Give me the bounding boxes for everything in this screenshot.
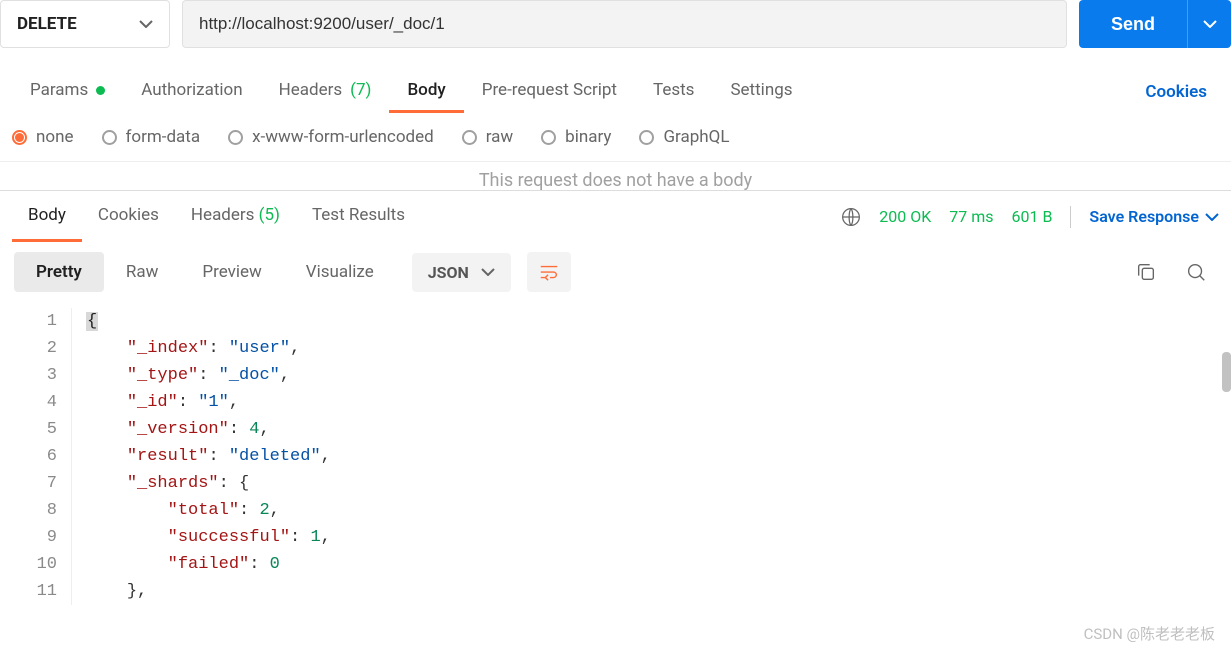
tab-params[interactable]: Params — [12, 70, 123, 113]
globe-icon[interactable] — [841, 207, 861, 227]
scrollbar-thumb[interactable] — [1222, 352, 1231, 392]
chevron-down-icon — [481, 268, 495, 276]
resp-tab-headers[interactable]: Headers (5) — [175, 191, 296, 242]
body-type-radios: none form-data x-www-form-urlencoded raw… — [0, 113, 1231, 162]
send-dropdown-button[interactable] — [1187, 0, 1231, 48]
response-time: 77 ms — [949, 207, 993, 226]
line-gutter: 1234567891011 — [0, 308, 72, 605]
tab-prerequest[interactable]: Pre-request Script — [464, 70, 635, 113]
chevron-down-icon — [1203, 20, 1217, 28]
tab-body[interactable]: Body — [389, 70, 463, 113]
radio-raw-label: raw — [486, 127, 513, 147]
tab-headers-count: (7) — [350, 80, 371, 100]
save-response-label: Save Response — [1089, 207, 1199, 226]
response-header: Body Cookies Headers (5) Test Results 20… — [0, 190, 1231, 242]
chevron-down-icon — [1205, 213, 1219, 221]
request-bar: DELETE Send — [0, 0, 1231, 62]
wrap-lines-button[interactable] — [527, 252, 571, 292]
no-body-message: This request does not have a body — [0, 162, 1231, 190]
tab-tests[interactable]: Tests — [635, 70, 712, 113]
radio-form-data[interactable]: form-data — [102, 127, 201, 147]
radio-icon — [639, 130, 654, 145]
response-status: 200 OK — [879, 207, 931, 226]
radio-none[interactable]: none — [12, 127, 74, 147]
divider — [1070, 206, 1071, 228]
resp-tab-headers-label: Headers — [191, 205, 255, 225]
radio-raw[interactable]: raw — [462, 127, 513, 147]
radio-binary[interactable]: binary — [541, 127, 611, 147]
tab-settings[interactable]: Settings — [712, 70, 810, 113]
radio-none-label: none — [36, 127, 74, 147]
chevron-down-icon — [139, 20, 153, 28]
response-format-value: JSON — [428, 263, 469, 282]
response-tabs: Body Cookies Headers (5) Test Results — [12, 191, 421, 242]
wrap-icon — [538, 261, 560, 283]
resp-tab-body[interactable]: Body — [12, 191, 82, 242]
toolbar-right — [1135, 261, 1217, 283]
request-tabs: Params Authorization Headers (7) Body Pr… — [0, 62, 1231, 113]
cookies-link[interactable]: Cookies — [1133, 72, 1219, 112]
response-view-toolbar: Pretty Raw Preview Visualize JSON — [0, 242, 1231, 302]
response-format-select[interactable]: JSON — [412, 253, 511, 292]
send-button[interactable]: Send — [1079, 0, 1187, 48]
watermark: CSDN @陈老老老板 — [1084, 623, 1215, 644]
resp-tab-cookies[interactable]: Cookies — [82, 191, 175, 242]
view-tabs: Pretty Raw Preview Visualize — [14, 252, 396, 292]
tab-params-label: Params — [30, 80, 88, 100]
tab-headers[interactable]: Headers (7) — [261, 70, 390, 113]
radio-icon — [12, 130, 27, 145]
response-meta: 200 OK 77 ms 601 B Save Response — [841, 206, 1219, 228]
radio-graphql-label: GraphQL — [663, 127, 729, 147]
view-tab-preview[interactable]: Preview — [180, 252, 283, 292]
url-input[interactable] — [182, 0, 1067, 48]
radio-icon — [228, 130, 243, 145]
radio-graphql[interactable]: GraphQL — [639, 127, 729, 147]
resp-tab-testresults[interactable]: Test Results — [296, 191, 421, 242]
radio-icon — [462, 130, 477, 145]
code-content[interactable]: { "_index": "user", "_type": "_doc", "_i… — [72, 308, 1231, 605]
response-size: 601 B — [1012, 207, 1053, 226]
response-body-editor[interactable]: 1234567891011 { "_index": "user", "_type… — [0, 302, 1231, 605]
view-tab-raw[interactable]: Raw — [104, 252, 181, 292]
resp-tab-headers-count: (5) — [259, 205, 280, 225]
radio-form-data-label: form-data — [126, 127, 201, 147]
save-response-button[interactable]: Save Response — [1089, 207, 1219, 226]
tab-headers-label: Headers — [279, 80, 343, 100]
radio-icon — [102, 130, 117, 145]
radio-icon — [541, 130, 556, 145]
http-method-value: DELETE — [17, 14, 77, 34]
search-icon[interactable] — [1185, 261, 1207, 283]
radio-urlencoded[interactable]: x-www-form-urlencoded — [228, 127, 434, 147]
radio-urlencoded-label: x-www-form-urlencoded — [252, 127, 434, 147]
params-dot-icon — [96, 86, 105, 95]
tab-authorization[interactable]: Authorization — [123, 70, 260, 113]
send-button-group: Send — [1079, 0, 1231, 48]
view-tab-visualize[interactable]: Visualize — [284, 252, 396, 292]
copy-icon[interactable] — [1135, 261, 1157, 283]
view-tab-pretty[interactable]: Pretty — [14, 252, 104, 292]
radio-binary-label: binary — [565, 127, 611, 147]
http-method-select[interactable]: DELETE — [0, 0, 170, 48]
